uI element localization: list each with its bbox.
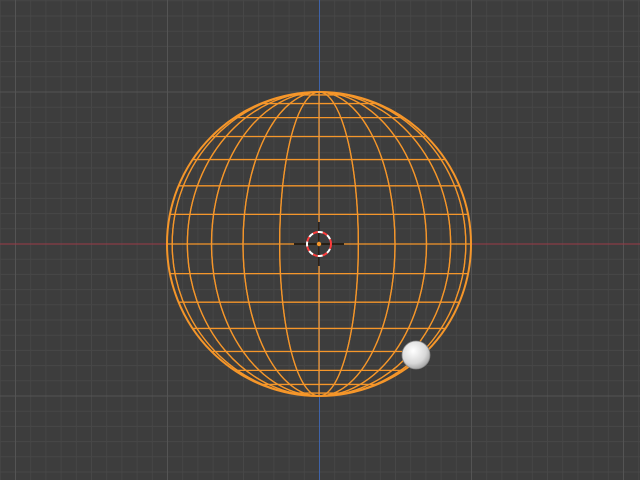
viewport-scene bbox=[0, 0, 640, 480]
object-origin-dot bbox=[316, 241, 322, 247]
view-navigation-ball-icon[interactable] bbox=[401, 340, 431, 370]
3d-viewport[interactable] bbox=[0, 0, 640, 480]
